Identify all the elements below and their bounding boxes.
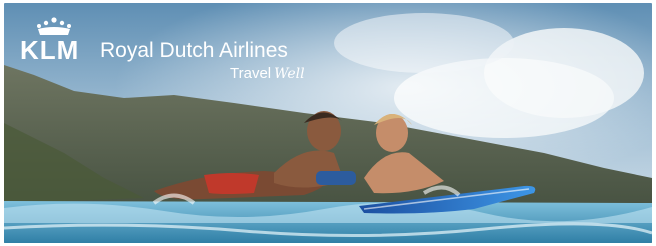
tagline: Travel Well	[230, 65, 305, 83]
klm-crown-icon	[37, 17, 71, 35]
brand-wordmark: KLM	[20, 35, 80, 65]
tagline-well: Well	[274, 66, 305, 82]
klm-logo[interactable]: KLM Royal Dutch Airlines Travel Well	[20, 17, 320, 87]
airline-name: Royal Dutch Airlines	[100, 39, 288, 62]
tagline-travel: Travel	[230, 65, 272, 82]
klm-ad-banner[interactable]: KLM Royal Dutch Airlines Travel Well	[4, 3, 652, 243]
